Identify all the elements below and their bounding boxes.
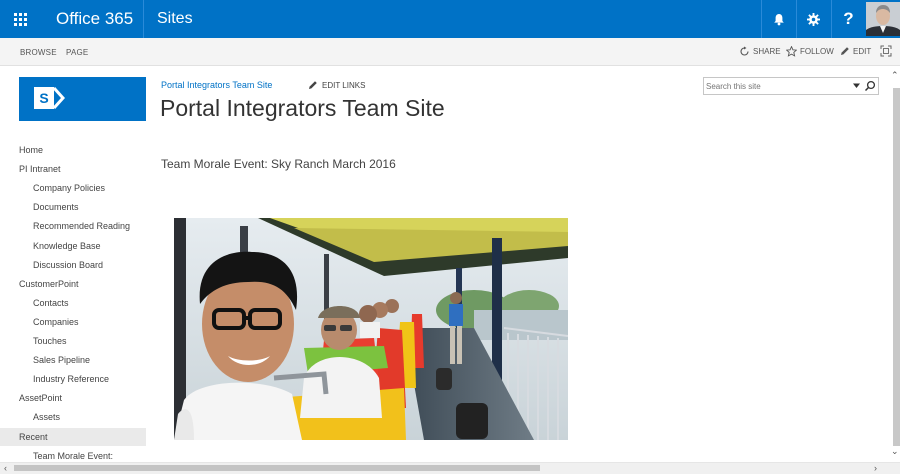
chevron-down-icon[interactable] xyxy=(852,81,861,90)
search-input[interactable] xyxy=(706,80,846,92)
share-label: SHARE xyxy=(753,47,781,56)
gear-icon xyxy=(807,12,820,26)
tab-browse[interactable]: BROWSE xyxy=(20,48,57,57)
nav-item-home[interactable]: Home xyxy=(19,145,43,155)
nav-item-team-morale-event[interactable]: Team Morale Event: xyxy=(33,451,113,461)
scroll-right-arrow-icon[interactable]: › xyxy=(874,463,877,473)
avatar[interactable] xyxy=(866,2,900,36)
edit-label: EDIT xyxy=(853,46,872,56)
notifications-button[interactable] xyxy=(762,0,795,38)
sites-app-title[interactable]: Sites xyxy=(157,10,193,28)
tab-page[interactable]: PAGE xyxy=(66,48,88,57)
search-box xyxy=(703,77,879,95)
pencil-icon xyxy=(841,47,849,55)
bell-icon xyxy=(773,13,784,25)
star-icon xyxy=(786,46,797,57)
nav-item-assets[interactable]: Assets xyxy=(33,412,60,422)
nav-item-contacts[interactable]: Contacts xyxy=(33,298,69,308)
article-heading: Team Morale Event: Sky Ranch March 2016 xyxy=(161,157,396,171)
share-button[interactable]: SHARE xyxy=(739,46,781,57)
nav-item-companies[interactable]: Companies xyxy=(33,317,79,327)
suite-bar-divider xyxy=(143,0,144,38)
nav-item-knowledge-base[interactable]: Knowledge Base xyxy=(33,241,101,251)
suite-bar: Office 365 Sites ? xyxy=(0,0,900,38)
search-icon[interactable] xyxy=(864,80,876,92)
nav-item-discussion-board[interactable]: Discussion Board xyxy=(33,260,103,270)
app-launcher-icon[interactable] xyxy=(0,0,40,38)
nav-item-recent[interactable]: Recent xyxy=(19,432,48,442)
nav-item-assetpoint[interactable]: AssetPoint xyxy=(19,393,62,403)
user-photo xyxy=(866,2,900,36)
focus-on-content-button[interactable] xyxy=(880,45,892,57)
vertical-scroll-thumb[interactable] xyxy=(893,88,900,446)
event-photo xyxy=(174,218,568,440)
help-button[interactable]: ? xyxy=(832,0,865,38)
nav-item-industry-reference[interactable]: Industry Reference xyxy=(33,374,109,384)
scroll-left-arrow-icon[interactable]: ‹ xyxy=(4,463,7,473)
nav-item-customerpoint[interactable]: CustomerPoint xyxy=(19,279,79,289)
sharepoint-arrow-icon xyxy=(53,86,65,110)
focus-icon xyxy=(880,45,892,57)
follow-button[interactable]: FOLLOW xyxy=(786,46,834,57)
ride-photo-illustration xyxy=(174,218,568,440)
nav-item-sales-pipeline[interactable]: Sales Pipeline xyxy=(33,355,90,365)
scroll-down-arrow-icon[interactable]: ⌄ xyxy=(891,446,899,456)
nav-item-pi-intranet[interactable]: PI Intranet xyxy=(19,164,61,174)
ribbon: BROWSE PAGE SHARE FOLLOW EDIT xyxy=(0,38,900,66)
nav-item-company-policies[interactable]: Company Policies xyxy=(33,183,105,193)
nav-item-documents[interactable]: Documents xyxy=(33,202,79,212)
edit-links-label: EDIT LINKS xyxy=(322,80,366,90)
nav-item-touches[interactable]: Touches xyxy=(33,336,67,346)
help-icon: ? xyxy=(843,9,854,28)
scroll-up-arrow-icon[interactable]: ⌃ xyxy=(891,70,899,80)
logo-letter: S xyxy=(34,87,54,109)
breadcrumb[interactable]: Portal Integrators Team Site xyxy=(161,80,272,90)
horizontal-scroll-thumb[interactable] xyxy=(14,465,540,471)
edit-links-button[interactable]: EDIT LINKS xyxy=(308,80,365,90)
settings-button[interactable] xyxy=(797,0,830,38)
edit-button[interactable]: EDIT xyxy=(840,46,871,56)
site-logo[interactable]: S xyxy=(19,77,146,121)
pencil-icon xyxy=(309,81,317,89)
share-icon xyxy=(740,46,749,56)
page-title[interactable]: Portal Integrators Team Site xyxy=(160,95,445,122)
office-365-brand[interactable]: Office 365 xyxy=(56,9,133,29)
nav-item-recommended-reading[interactable]: Recommended Reading xyxy=(33,221,130,231)
follow-label: FOLLOW xyxy=(800,47,834,56)
